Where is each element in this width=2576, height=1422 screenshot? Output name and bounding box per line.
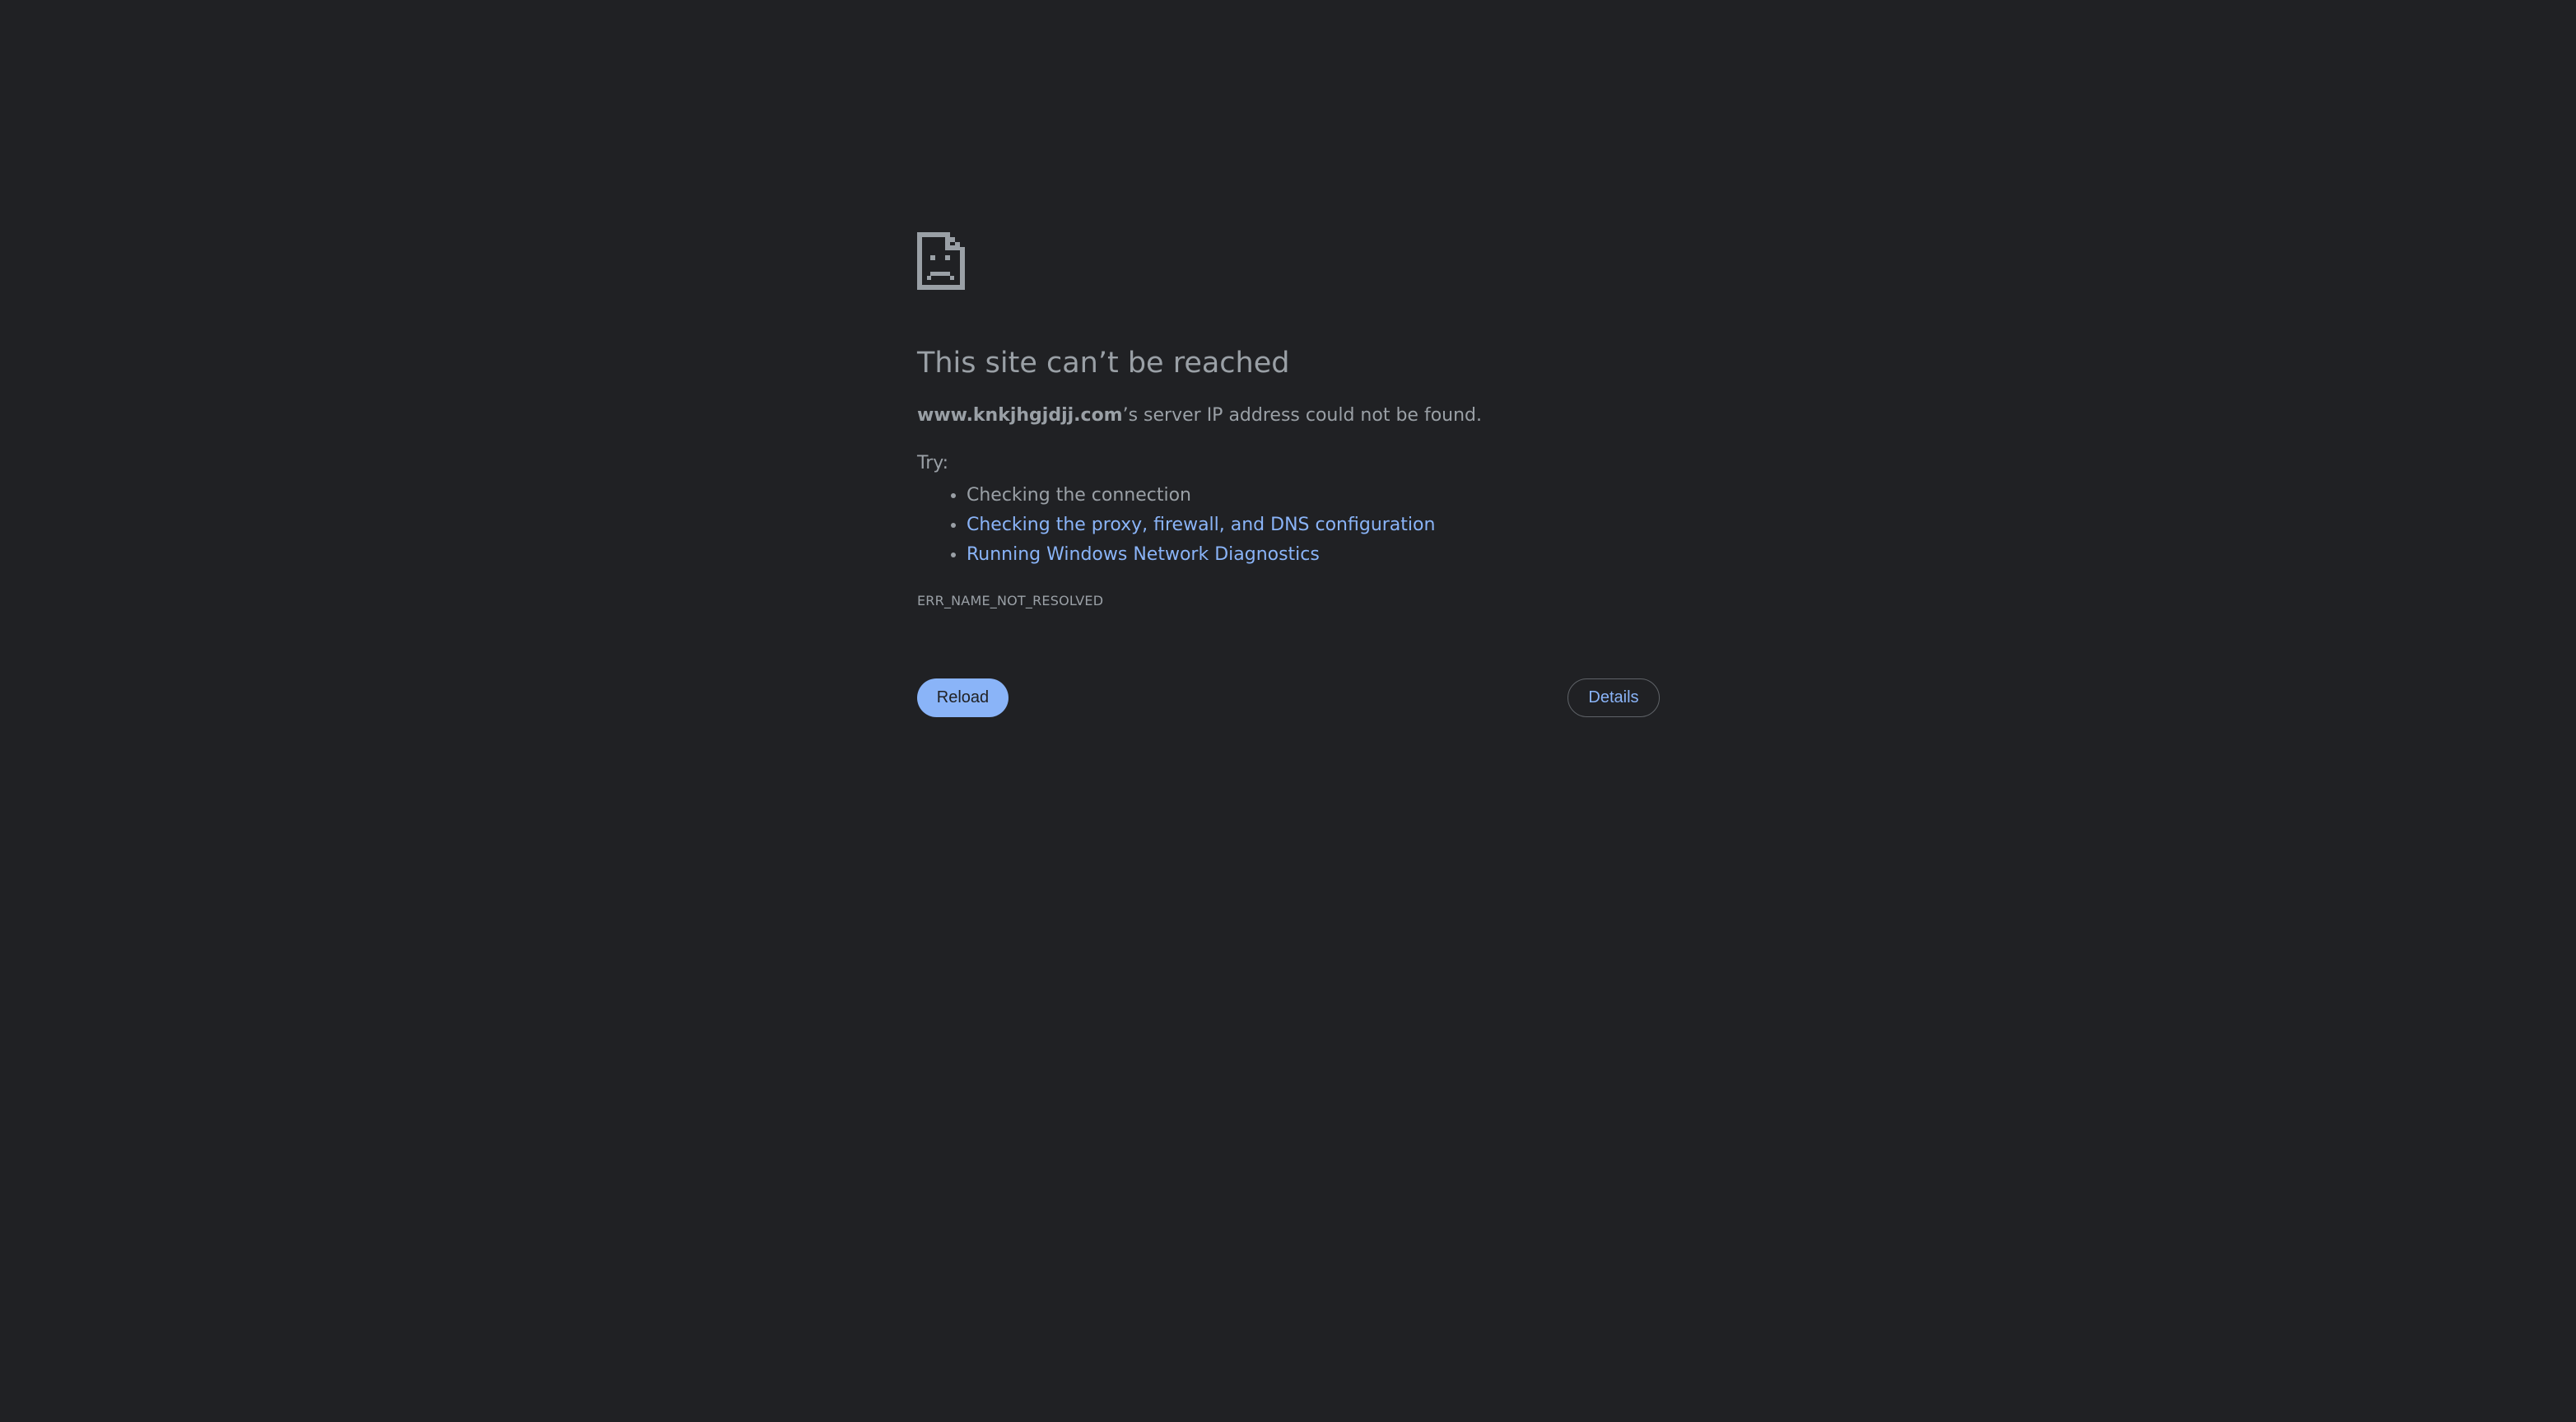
suggestion-check-connection: Checking the connection <box>967 481 1435 511</box>
suggestions-list: Checking the connection Checking the pro… <box>917 481 1435 570</box>
suggestion-network-diagnostics: Running Windows Network Diagnostics <box>967 540 1435 570</box>
reload-button[interactable]: Reload <box>917 678 1009 717</box>
check-proxy-firewall-dns-link[interactable]: Checking the proxy, firewall, and DNS co… <box>967 515 1435 535</box>
network-diagnostics-link[interactable]: Running Windows Network Diagnostics <box>967 544 1320 565</box>
error-message: www.knkjhgjdjj.com’s server IP address c… <box>917 404 1482 428</box>
error-host: www.knkjhgjdjj.com <box>917 405 1123 426</box>
error-title: This site can’t be reached <box>917 347 1290 380</box>
error-page: This site can’t be reached www.knkjhgjdj… <box>917 232 1660 717</box>
details-button[interactable]: Details <box>1567 678 1660 717</box>
suggestion-check-proxy-firewall-dns: Checking the proxy, firewall, and DNS co… <box>967 511 1435 540</box>
error-message-suffix: ’s server IP address could not be found. <box>1122 405 1482 426</box>
try-label: Try: <box>917 453 949 473</box>
sad-document-icon <box>917 232 965 290</box>
error-code: ERR_NAME_NOT_RESOLVED <box>917 593 1104 608</box>
